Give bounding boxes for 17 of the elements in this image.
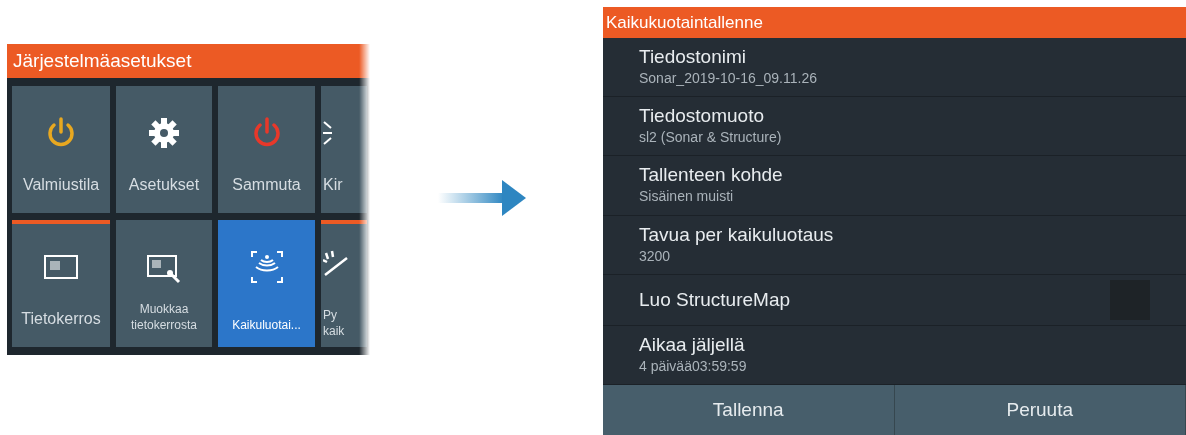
menu-tile[interactable]: Kaikuluotai... <box>218 220 315 347</box>
dialog-button[interactable]: Peruuta <box>894 385 1186 435</box>
setting-row[interactable]: Tiedostonimi Sonar_2019-10-16_09.11.26 <box>603 38 1186 98</box>
dialog-title: Kaikukuotaintallenne <box>603 7 1186 38</box>
menu-tile[interactable]: Muokkaa tietokerrosta <box>116 220 212 347</box>
menu-tile[interactable]: Tietokerros <box>12 220 110 347</box>
setting-label: Luo StructureMap <box>639 288 791 311</box>
menu-title: Järjestelmäasetukset <box>7 44 370 78</box>
setting-row[interactable]: Tiedostomuoto sl2 (Sonar & Structure) <box>603 97 1186 157</box>
setting-row[interactable]: Tavua per kaikuluotaus 3200 <box>603 215 1186 275</box>
dialog-button[interactable]: Tallenna <box>603 385 895 435</box>
menu-tile[interactable]: Sammuta <box>218 86 315 213</box>
menu-tile[interactable]: Kir <box>321 86 367 213</box>
menu-tile[interactable]: Valmiustila <box>12 86 110 213</box>
menu-tile[interactable]: Asetukset <box>116 86 212 213</box>
menu-tile[interactable]: Py kaik <box>321 220 367 347</box>
setting-row[interactable]: Tallenteen kohde Sisäinen muisti <box>603 156 1186 216</box>
